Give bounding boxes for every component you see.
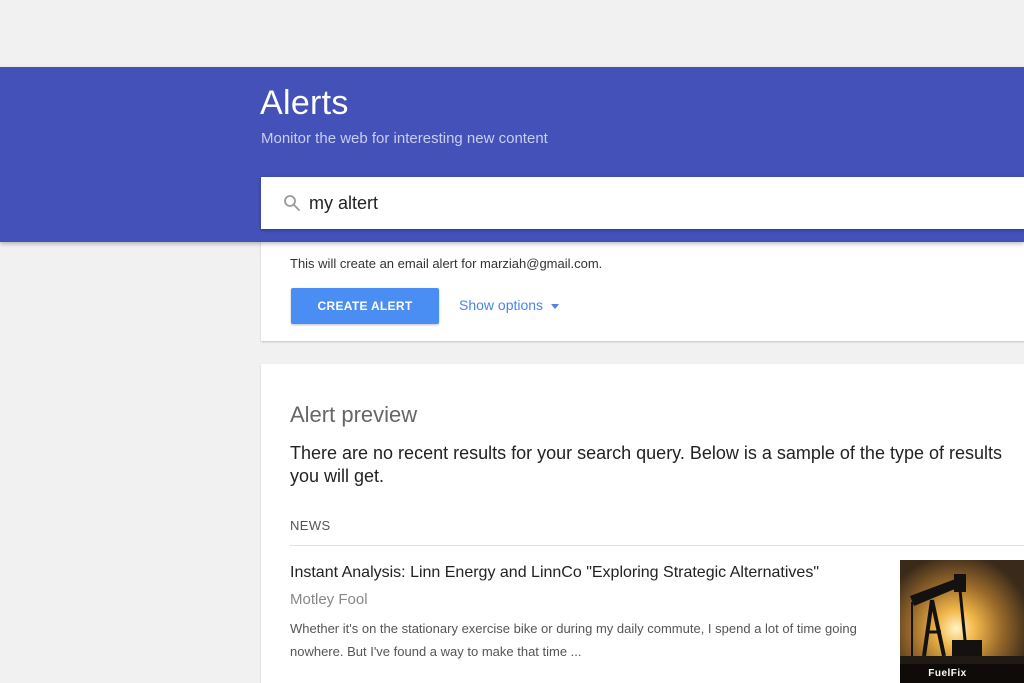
alert-preview-card: Alert preview There are no recent result… — [261, 364, 1024, 683]
create-alert-button[interactable]: CREATE ALERT — [291, 288, 439, 324]
create-alert-card: This will create an email alert for marz… — [261, 230, 1024, 341]
search-input[interactable] — [309, 187, 1009, 219]
preview-description: There are no recent results for your sea… — [290, 443, 1003, 486]
search-box[interactable] — [261, 177, 1024, 229]
oil-pump-image — [900, 560, 1024, 683]
section-divider — [290, 545, 1024, 546]
page-subtitle: Monitor the web for interesting new cont… — [261, 130, 548, 147]
show-options-label: Show options — [459, 297, 544, 313]
news-title-link[interactable]: Instant Analysis: Linn Energy and LinnCo… — [290, 564, 819, 582]
page-title: Alerts — [260, 84, 349, 122]
preview-title: Alert preview — [290, 402, 418, 427]
news-snippet: Whether it's on the stationary exercise … — [290, 621, 857, 659]
header-bar: Alerts Monitor the web for interesting n… — [0, 67, 1024, 242]
search-icon — [284, 195, 300, 211]
news-source: Motley Fool — [290, 591, 368, 608]
email-alert-note: This will create an email alert for marz… — [290, 256, 603, 271]
thumbnail-caption: FuelFix — [928, 668, 967, 679]
alerts-page: Alerts Monitor the web for interesting n… — [0, 0, 1024, 683]
show-options-link[interactable]: Show options — [459, 297, 560, 313]
news-thumbnail[interactable]: FuelFix — [900, 560, 1024, 683]
caret-down-icon — [551, 303, 560, 309]
news-section-label: NEWS — [290, 518, 331, 533]
